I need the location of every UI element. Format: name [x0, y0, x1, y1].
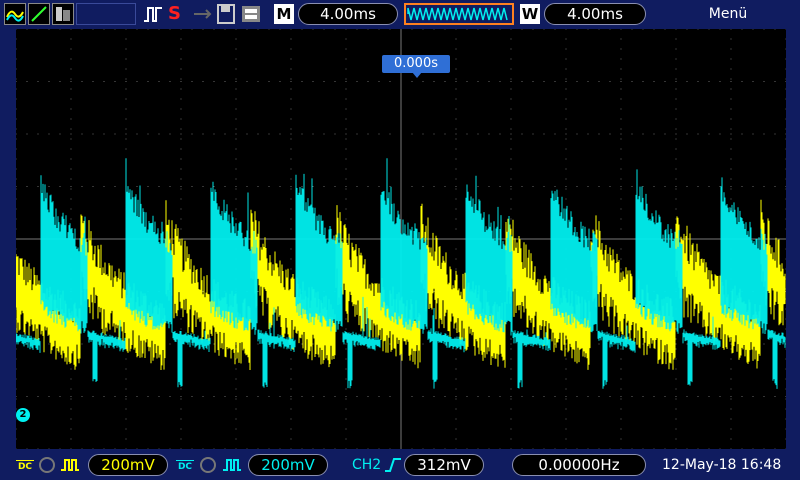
ch2-coupling-icon[interactable]: DC: [176, 455, 194, 475]
trigger-source-label: CH2: [352, 457, 382, 473]
ch1-wave-icon[interactable]: [4, 3, 26, 25]
trigger-position-arrow-icon: [412, 72, 422, 78]
window-timebase-icon: W: [520, 4, 540, 24]
stop-indicator-icon: S: [168, 3, 181, 24]
ch1-scale-value[interactable]: 200mV: [88, 454, 168, 476]
waveform-plot: [16, 29, 786, 449]
bottom-status-bar: DC 200mV DC 200mV CH2 312mV 0.00000Hz 12…: [0, 449, 800, 480]
main-timebase-value[interactable]: 4.00ms: [298, 3, 398, 25]
usb-icon: [192, 3, 214, 25]
ch1-coupling-label: DC: [17, 462, 33, 472]
ch1-bandwidth-icon: [38, 456, 56, 474]
window-timebase-value[interactable]: 4.00ms: [544, 3, 646, 25]
ch2-bandwidth-icon: [199, 456, 217, 474]
ch2-pulse-icon: [222, 456, 241, 474]
waveform-overview-icon[interactable]: [404, 3, 514, 25]
trigger-level-value[interactable]: 312mV: [404, 454, 484, 476]
waveform-display: 0.000s 2: [16, 29, 786, 449]
ch1-coupling-icon[interactable]: DC: [16, 455, 34, 475]
ch2-coupling-label: DC: [177, 462, 193, 472]
run-status-pulse-icon[interactable]: [142, 3, 164, 25]
rising-edge-icon: [384, 456, 402, 474]
menu-button[interactable]: Menü: [690, 6, 766, 22]
date-time-label: 12-May-18 16:48: [662, 457, 782, 473]
top-toolbar: S M 4.00ms W 4.00ms Menü: [0, 0, 800, 30]
ch2-ground-marker-icon[interactable]: 2: [16, 408, 30, 422]
acquire-mode-box[interactable]: [76, 3, 136, 25]
main-timebase-icon: M: [274, 4, 294, 24]
ch2-scale-value[interactable]: 200mV: [248, 454, 328, 476]
trigger-position-label[interactable]: 0.000s: [382, 55, 450, 73]
save-disk-icon[interactable]: [216, 3, 236, 25]
draw-mode-icon[interactable]: [28, 3, 50, 25]
memory-icon[interactable]: [240, 3, 262, 25]
persistence-icon[interactable]: [52, 3, 74, 25]
ch1-pulse-icon: [60, 456, 79, 474]
frequency-counter-value: 0.00000Hz: [512, 454, 646, 476]
